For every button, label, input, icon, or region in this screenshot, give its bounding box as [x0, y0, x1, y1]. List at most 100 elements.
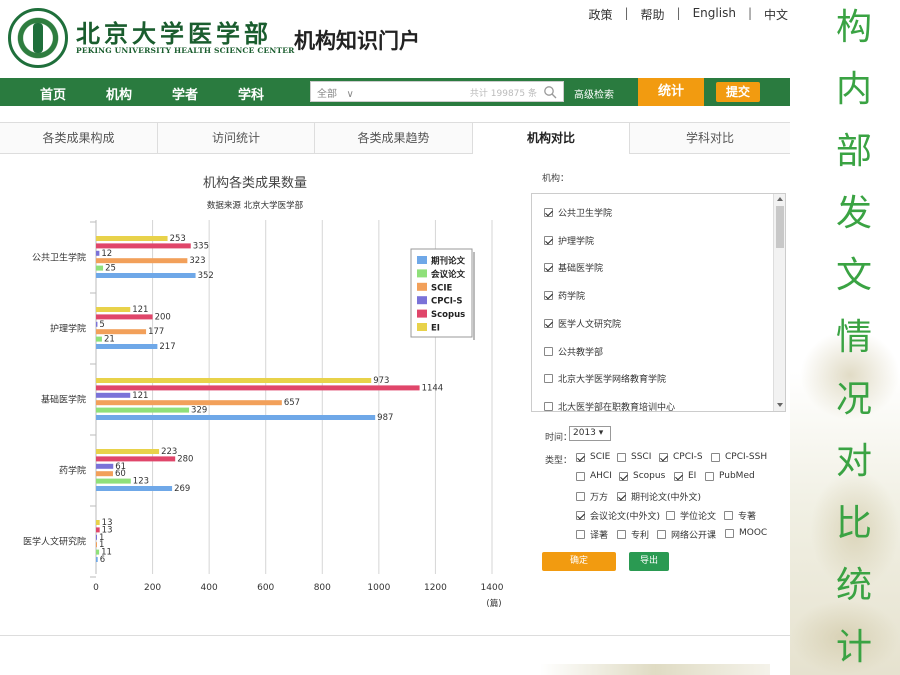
type-option[interactable]: CPCI-S [659, 452, 703, 462]
nav-disciplines[interactable]: 学科 [238, 84, 264, 103]
type-option[interactable]: 专著 [724, 509, 756, 522]
bar [96, 549, 100, 555]
tab-institution-comparison[interactable]: 机构对比 [473, 123, 630, 155]
checkbox[interactable] [576, 511, 585, 520]
export-button[interactable]: 导出 [629, 552, 669, 571]
type-option[interactable]: 万方 [576, 490, 608, 503]
logo-english-name: PEKING UNIVERSITY HEALTH SCIENCE CENTER [76, 46, 295, 55]
checkbox[interactable] [544, 235, 553, 245]
checkbox[interactable] [711, 452, 720, 462]
type-option[interactable]: SCIE [576, 452, 610, 462]
checkbox[interactable] [544, 291, 553, 301]
type-option[interactable]: 专利 [617, 528, 649, 541]
bar [96, 378, 372, 383]
link-chinese[interactable]: 中文 [764, 6, 788, 23]
type-option[interactable]: Scopus [619, 471, 665, 481]
institution-option[interactable]: 公共教学部 [544, 345, 603, 358]
checkbox[interactable] [544, 263, 553, 273]
type-option[interactable]: AHCI [576, 471, 612, 481]
tab-visit-statistics[interactable]: 访问统计 [158, 123, 315, 154]
nav-institutions[interactable]: 机构 [106, 84, 132, 103]
bar-value-label: 121 [132, 391, 148, 401]
checkbox[interactable] [617, 452, 626, 462]
tab-discipline-comparison[interactable]: 学科对比 [630, 123, 790, 154]
bar-value-label: 657 [284, 398, 300, 408]
checkbox[interactable] [657, 530, 666, 539]
link-help[interactable]: 帮助 [641, 6, 665, 23]
checkbox[interactable] [576, 471, 585, 481]
institution-option-label: 药学院 [558, 292, 586, 303]
logo-chinese-name: 北京大学医学部 [76, 19, 272, 48]
chart-subtitle: 数据来源 北京大学医学部 [207, 200, 304, 211]
checkbox[interactable] [617, 492, 626, 501]
checkbox[interactable] [544, 346, 553, 356]
checkbox[interactable] [576, 492, 585, 501]
submit-button[interactable]: 提交 [716, 82, 760, 102]
type-option[interactable]: 期刊论文(中外文) [617, 490, 701, 503]
checkbox[interactable] [576, 530, 585, 539]
bar-value-label: 177 [148, 327, 164, 337]
nav-scholars[interactable]: 学者 [172, 84, 198, 103]
main-navbar: 首页 机构 学者 学科 全部 ∨ 共计 199875 条 高级检索 统计 提交 [0, 78, 790, 106]
bar-value-label: 987 [377, 413, 393, 423]
checkbox[interactable] [544, 401, 553, 411]
legend-label: SCIE [431, 283, 453, 293]
bar [96, 321, 98, 327]
legend-label: CPCI-S [431, 297, 463, 307]
link-policy[interactable]: 政策 [588, 6, 612, 23]
type-option[interactable]: MOOC [725, 528, 767, 538]
tab-output-composition[interactable]: 各类成果构成 [0, 123, 158, 154]
bar [96, 542, 97, 548]
year-select[interactable]: 2013 ▾ [569, 426, 611, 441]
advanced-search-link[interactable]: 高级检索 [574, 86, 614, 101]
type-option[interactable]: 学位论文 [666, 509, 716, 522]
institution-option[interactable]: 医学人文研究院 [544, 317, 621, 330]
statistics-button[interactable]: 统计 [638, 78, 704, 106]
scroll-thumb[interactable] [776, 206, 784, 248]
bar [96, 557, 98, 562]
type-option-label: 专利 [631, 531, 650, 541]
checkbox[interactable] [544, 208, 553, 217]
institution-option[interactable]: 护理学院 [544, 234, 594, 247]
institution-option[interactable]: 公共卫生学院 [544, 206, 612, 219]
institution-option[interactable]: 基础医学院 [544, 261, 603, 274]
checkbox[interactable] [659, 452, 668, 462]
type-option[interactable]: 网络公开课 [657, 528, 716, 541]
checkbox[interactable] [619, 471, 628, 481]
type-option[interactable]: EI [674, 471, 696, 481]
type-option[interactable]: SSCI [617, 452, 651, 462]
bar [96, 449, 160, 454]
tab-output-trends[interactable]: 各类成果趋势 [315, 123, 473, 154]
checkbox[interactable] [544, 374, 553, 384]
checkbox[interactable] [666, 511, 675, 520]
checkbox[interactable] [674, 471, 683, 481]
tab-bar: 各类成果构成 访问统计 各类成果趋势 机构对比 学科对比 [0, 122, 790, 155]
link-english[interactable]: English [693, 6, 736, 23]
checkbox[interactable] [705, 471, 714, 481]
checkbox[interactable] [544, 318, 553, 328]
search-icon[interactable] [543, 85, 557, 99]
institution-list-scrollbar[interactable] [773, 194, 785, 411]
type-option-label: MOOC [739, 528, 768, 538]
type-option[interactable]: PubMed [705, 471, 755, 481]
confirm-button[interactable]: 确定 [542, 552, 616, 571]
nav-home[interactable]: 首页 [40, 84, 66, 103]
checkbox[interactable] [617, 530, 626, 539]
checkbox[interactable] [724, 511, 733, 520]
search-input[interactable]: 全部 ∨ 共计 199875 条 [310, 81, 564, 102]
institution-option[interactable]: 药学院 [544, 289, 585, 302]
institution-option[interactable]: 北京大学医学网络教育学院 [544, 372, 666, 385]
type-option-label: 会议论文(中外文) [590, 512, 661, 522]
side-title-char: 比 [836, 503, 873, 544]
search-scope-dropdown[interactable]: 全部 ∨ [317, 85, 354, 100]
type-option[interactable]: CPCI-SSH [711, 452, 767, 462]
institution-list: 公共卫生学院 护理学院基础医学院药学院医学人文研究院 公共教学部北京大学医学网络教育… [531, 193, 786, 412]
type-option[interactable]: 会议论文(中外文) [576, 509, 660, 522]
scroll-down-icon[interactable] [777, 403, 783, 407]
bar-value-label: 25 [105, 264, 116, 274]
checkbox[interactable] [576, 452, 585, 462]
checkbox[interactable] [725, 528, 734, 538]
scroll-up-icon[interactable] [777, 197, 783, 201]
institution-option[interactable]: 北大医学部在职教育培训中心 [544, 400, 675, 411]
type-option[interactable]: 译著 [576, 528, 608, 541]
